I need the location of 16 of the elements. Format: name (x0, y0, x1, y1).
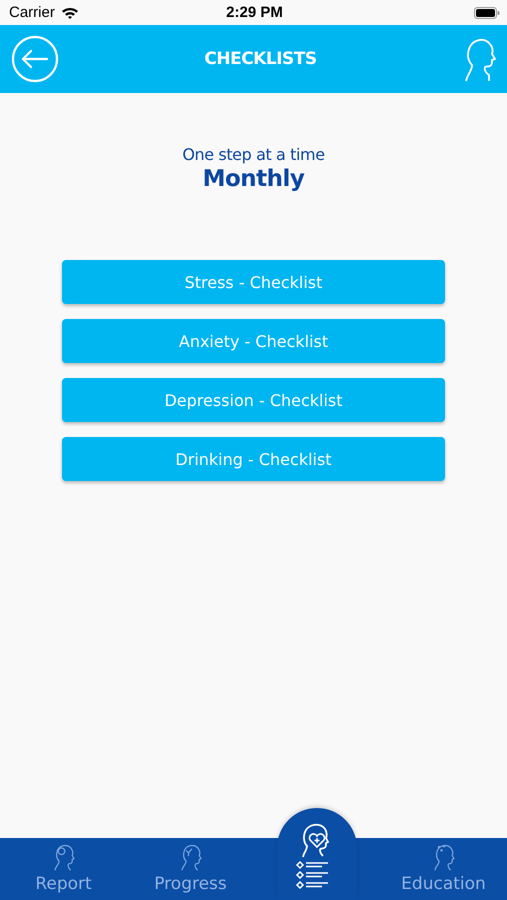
subtitle: One step at a time (182, 145, 325, 164)
checklist-button[interactable]: Drinking - Checklist (62, 437, 445, 481)
carrier-name: Carrier (9, 4, 55, 21)
status-time: 2:29 PM (226, 4, 283, 21)
screen-title: CHECKLISTS (204, 49, 317, 69)
checklist-button[interactable]: Depression - Checklist (62, 378, 445, 422)
tab-item[interactable]: Education (380, 838, 507, 900)
battery-icon (474, 6, 500, 18)
period-title: Monthly (202, 166, 304, 192)
checklist-button[interactable]: Stress - Checklist (62, 260, 445, 304)
checklist-button[interactable]: Anxiety - Checklist (62, 319, 445, 363)
tab-item[interactable]: Report (0, 838, 127, 900)
back-button[interactable] (11, 35, 59, 83)
tab-item[interactable]: Progress (127, 838, 254, 900)
wifi-icon (60, 6, 79, 19)
tab-item[interactable] (277, 808, 357, 900)
